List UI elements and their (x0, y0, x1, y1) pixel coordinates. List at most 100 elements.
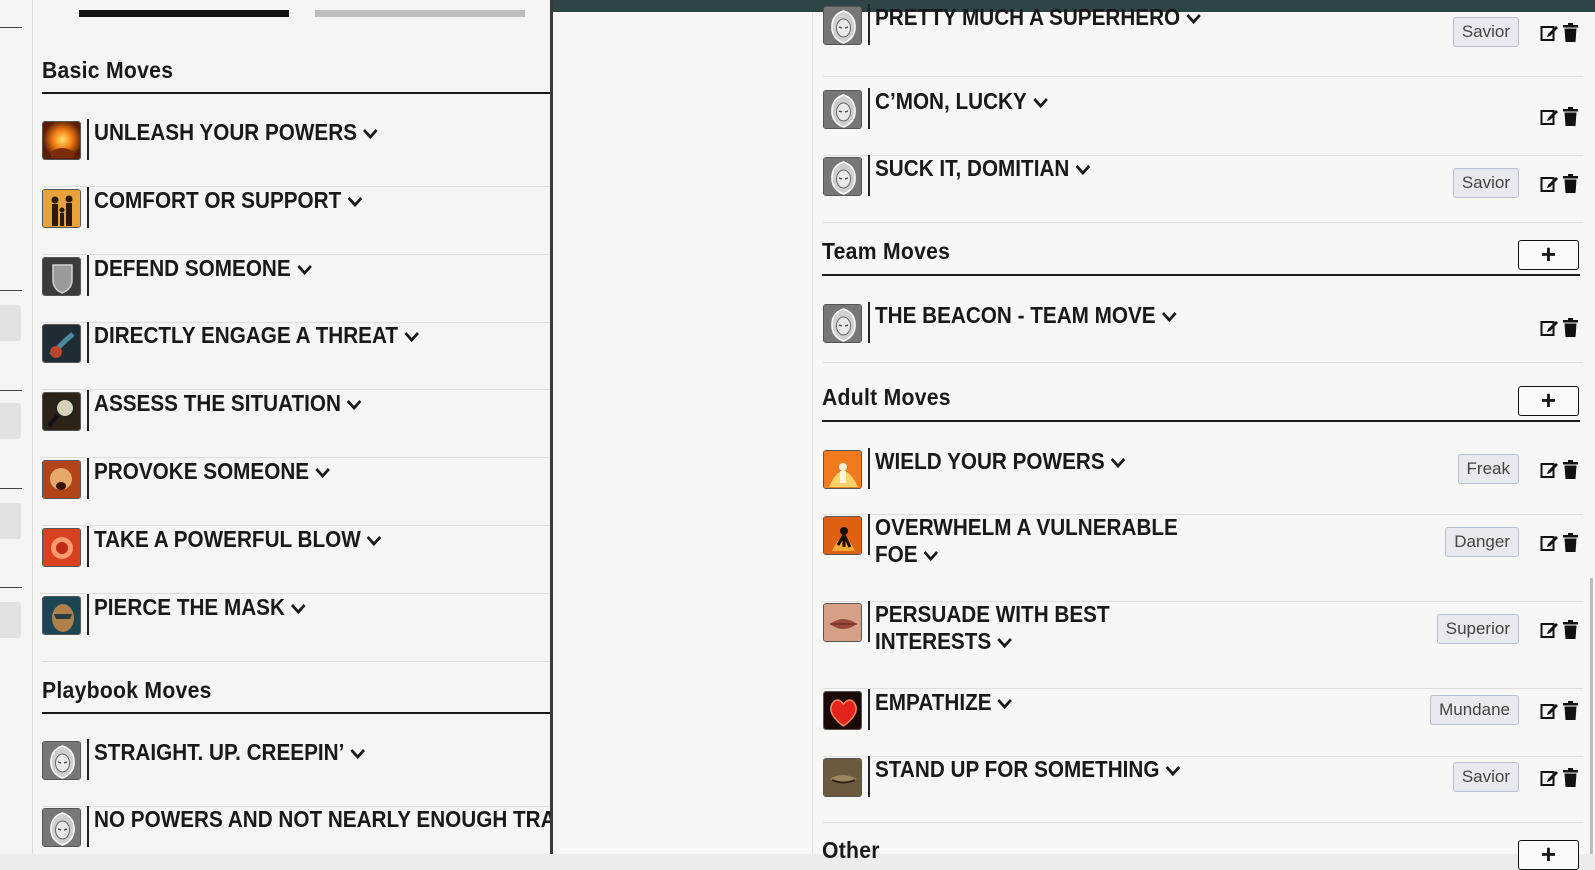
icon-separator (868, 601, 870, 642)
rail-tab[interactable] (0, 602, 21, 638)
trash-icon[interactable] (1562, 701, 1581, 720)
shouting-face-icon (42, 460, 81, 499)
edit-icon[interactable] (1540, 701, 1559, 720)
edit-icon[interactable] (1540, 533, 1559, 552)
move-name-text: OVERWHELM A VULNERABLE (875, 514, 1178, 540)
inactive-tab-indicator[interactable] (315, 10, 525, 17)
move-name[interactable]: PRETTY MUCH A SUPERHERO (875, 4, 1202, 31)
move-name[interactable]: DIRECTLY ENGAGE A THREAT (94, 322, 420, 349)
section-rule (822, 420, 1580, 422)
chevron-down-icon[interactable] (1159, 756, 1181, 782)
edit-icon[interactable] (1540, 23, 1559, 42)
list-item: STRAIGHT. UP. CREEPIN’ (42, 739, 553, 807)
chevron-down-icon[interactable] (1156, 302, 1178, 328)
trash-icon[interactable] (1562, 533, 1581, 552)
move-name[interactable]: PIERCE THE MASK (94, 594, 307, 621)
chevron-down-icon[interactable] (991, 628, 1013, 654)
list-item: THE BEACON - TEAM MOVE (823, 302, 1583, 363)
rail-tab[interactable] (0, 305, 21, 341)
move-name[interactable]: PROVOKE SOMEONE (94, 458, 331, 485)
icon-separator (868, 4, 870, 45)
chevron-down-icon[interactable] (357, 119, 379, 145)
trash-icon[interactable] (1562, 620, 1581, 639)
shield-icon (42, 256, 81, 296)
move-name[interactable]: WIELD YOUR POWERS (875, 448, 1126, 475)
chevron-down-icon[interactable] (341, 390, 363, 416)
move-name[interactable]: PERSUADE WITH BEST INTERESTS (875, 601, 1110, 655)
move-name[interactable]: NO POWERS AND NOT NEARLY ENOUGH TRA (94, 806, 553, 833)
move-name-text: THE BEACON - TEAM MOVE (875, 302, 1156, 328)
move-name[interactable]: DEFEND SOMEONE (94, 255, 312, 282)
move-name[interactable]: EMPATHIZE (875, 689, 1013, 716)
edit-icon[interactable] (1540, 768, 1559, 787)
move-name-text: PIERCE THE MASK (94, 593, 285, 620)
move-name[interactable]: SUCK IT, DOMITIAN (875, 155, 1091, 182)
trash-icon[interactable] (1562, 768, 1581, 787)
list-item: DIRECTLY ENGAGE A THREAT (42, 322, 553, 391)
add-team-move-button[interactable]: + (1518, 240, 1579, 270)
list-item: STAND UP FOR SOMETHING Savior (823, 756, 1583, 823)
rail-tab[interactable] (0, 503, 21, 539)
edit-icon[interactable] (1540, 460, 1559, 479)
move-name[interactable]: UNLEASH YOUR POWERS (94, 119, 379, 146)
move-name[interactable]: TAKE A POWERFUL BLOW (94, 526, 382, 553)
rail-tab[interactable] (0, 403, 21, 439)
list-item: PERSUADE WITH BEST INTERESTS Superior (823, 601, 1583, 689)
chevron-down-icon[interactable] (1180, 4, 1202, 30)
trash-icon[interactable] (1562, 318, 1581, 337)
move-name[interactable]: OVERWHELM A VULNERABLE FOE (875, 514, 1178, 568)
chevron-down-icon[interactable] (1069, 155, 1091, 181)
edit-icon[interactable] (1540, 620, 1559, 639)
list-item: PRETTY MUCH A SUPERHERO Savior (823, 4, 1583, 77)
chevron-down-icon[interactable] (992, 689, 1014, 715)
chevron-down-icon[interactable] (1027, 88, 1049, 114)
list-item: OVERWHELM A VULNERABLE FOE Danger (823, 514, 1583, 602)
edit-icon[interactable] (1540, 318, 1559, 337)
icon-separator (87, 322, 89, 364)
chevron-down-icon[interactable] (1105, 448, 1127, 474)
move-name[interactable]: STAND UP FOR SOMETHING (875, 756, 1181, 783)
chevron-down-icon[interactable] (341, 187, 363, 213)
hooded-figure-icon (823, 304, 862, 343)
chevron-down-icon[interactable] (285, 594, 307, 620)
hooded-figure-icon (42, 741, 81, 780)
trash-icon[interactable] (1562, 107, 1581, 126)
chevron-down-icon[interactable] (361, 526, 383, 552)
move-name-text: STRAIGHT. UP. CREEPIN’ (94, 739, 345, 765)
active-tab-indicator[interactable] (79, 10, 289, 17)
trash-icon[interactable] (1562, 174, 1581, 193)
add-adult-move-button[interactable]: + (1518, 386, 1579, 416)
move-name[interactable]: COMFORT OR SUPPORT (94, 187, 363, 214)
trash-icon[interactable] (1562, 460, 1581, 479)
edit-icon[interactable] (1540, 174, 1559, 193)
chevron-down-icon[interactable] (309, 458, 331, 484)
move-name[interactable]: C’MON, LUCKY (875, 88, 1048, 115)
icon-separator (868, 689, 870, 730)
chevron-down-icon[interactable] (398, 322, 420, 348)
chevron-down-icon[interactable] (291, 255, 313, 281)
edit-icon[interactable] (1540, 107, 1559, 126)
list-item: PIERCE THE MASK (42, 593, 553, 662)
move-name[interactable]: THE BEACON - TEAM MOVE (875, 302, 1177, 329)
add-other-move-button[interactable]: + (1518, 840, 1579, 870)
fire-figure-icon (823, 450, 862, 489)
move-name[interactable]: STRAIGHT. UP. CREEPIN’ (94, 739, 366, 766)
list-item: ASSESS THE SITUATION (42, 390, 553, 459)
column-border (812, 12, 813, 854)
move-name-text: COMFORT OR SUPPORT (94, 186, 342, 213)
scrollbar-thumb[interactable] (1590, 578, 1593, 854)
move-name-text: ASSESS THE SITUATION (94, 390, 341, 417)
trash-icon[interactable] (1562, 23, 1581, 42)
move-name-text: DIRECTLY ENGAGE A THREAT (94, 322, 399, 349)
move-name-text-line2: INTERESTS (875, 628, 992, 654)
team-moves-title: Team Moves (822, 238, 951, 264)
icon-separator (87, 525, 89, 567)
move-name-text: PERSUADE WITH BEST (875, 601, 1110, 627)
chevron-down-icon[interactable] (918, 541, 940, 567)
move-category-badge: Mundane (1430, 695, 1519, 725)
move-name-text: PROVOKE SOMEONE (94, 458, 310, 484)
chevron-down-icon[interactable] (344, 739, 366, 765)
hooded-figure-icon (823, 90, 862, 129)
move-category-badge: Savior (1452, 762, 1519, 792)
move-name[interactable]: ASSESS THE SITUATION (94, 390, 362, 417)
